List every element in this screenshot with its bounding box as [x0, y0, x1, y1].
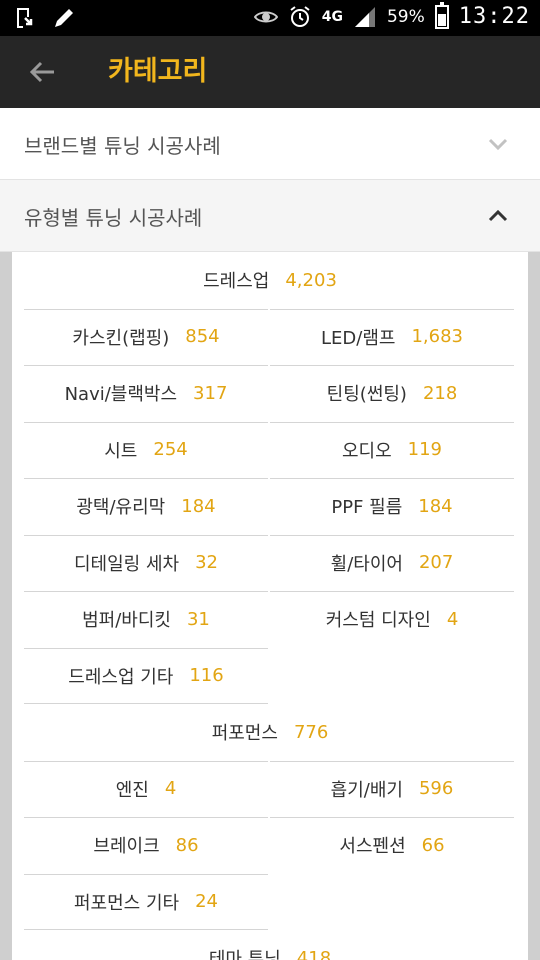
alarm-icon	[290, 5, 310, 27]
category-item[interactable]: 퍼포먼스 기타 24	[24, 874, 268, 930]
category-name: 테마 튜닝	[208, 949, 281, 960]
category-count: 31	[186, 608, 210, 630]
app-bar: 카테고리	[0, 36, 540, 108]
category-count: 776	[293, 721, 329, 743]
group-header[interactable]: 드레스업 4,203	[12, 252, 528, 308]
status-bar: 4G 59% 13:22	[0, 0, 540, 36]
category-count: 254	[153, 439, 188, 460]
category-item[interactable]: Navi/블랙박스 317	[24, 365, 268, 421]
category-count: 184	[418, 495, 453, 517]
arrow-left-icon[interactable]	[24, 54, 60, 90]
group-header[interactable]: 퍼포먼스 776	[12, 704, 528, 760]
category-count: 4	[164, 778, 177, 799]
category-item[interactable]: 서스펜션 66	[270, 817, 514, 873]
category-count: 596	[418, 778, 454, 799]
category-name: 퍼포먼스 기타	[74, 892, 180, 914]
category-count: 218	[422, 382, 458, 404]
category-item[interactable]: 엔진 4	[24, 761, 268, 817]
category-count: 32	[195, 552, 218, 573]
category-panel: 드레스업 4,203 카스킨(랩핑) 854 LED/램프 1,683 Navi/블랙박스 3…	[12, 252, 528, 960]
category-count: 4	[446, 608, 459, 630]
category-name: 카스킨(랩핑)	[72, 327, 170, 349]
category-item[interactable]: 오디오 119	[270, 422, 514, 478]
category-count: 317	[193, 382, 228, 404]
category-name: 커스텀 디자인	[325, 610, 431, 631]
category-item[interactable]: 광택/유리막 184	[24, 478, 268, 534]
page-title: 카테고리	[108, 56, 208, 87]
category-item[interactable]: 휠/타이어 207	[270, 535, 514, 591]
category-name: LED/램프	[321, 327, 396, 349]
category-name: 틴팅(썬팅)	[326, 384, 407, 405]
category-count: 4,203	[285, 269, 337, 291]
battery-percent: 59%	[386, 6, 425, 27]
category-count: 184	[181, 495, 216, 517]
category-name: 디테일링 세차	[74, 553, 180, 575]
category-count: 207	[418, 552, 454, 573]
category-name: 브레이크	[93, 836, 160, 857]
category-count: 24	[195, 891, 218, 912]
category-item[interactable]: 틴팅(썬팅) 218	[270, 365, 514, 421]
category-count: 86	[175, 834, 199, 856]
category-name: 흡기/배기	[330, 779, 403, 801]
accordion-brand-label: 브랜드별 튜닝 시공사례	[24, 134, 221, 158]
battery-icon	[434, 1, 449, 29]
category-item[interactable]: 브레이크 86	[24, 817, 268, 873]
chevron-down-icon[interactable]	[486, 132, 510, 156]
category-item[interactable]: PPF 필름 184	[270, 478, 514, 534]
category-item[interactable]: 디테일링 세차 32	[24, 535, 268, 591]
category-name: 범퍼/바디킷	[82, 610, 171, 631]
category-item[interactable]: 시트 254	[24, 422, 268, 478]
category-name: 오디오	[341, 440, 392, 462]
category-name: 서스펜션	[339, 836, 406, 857]
category-name: 휠/타이어	[330, 553, 403, 575]
accordion-brand[interactable]: 브랜드별 튜닝 시공사례	[0, 108, 540, 180]
category-item[interactable]: LED/램프 1,683	[270, 309, 514, 365]
accordion-type[interactable]: 유형별 튜닝 시공사례	[0, 180, 540, 252]
category-count: 418	[296, 947, 332, 960]
category-name: 광택/유리막	[76, 497, 166, 518]
category-name: Navi/블랙박스	[64, 384, 178, 405]
chevron-up-icon[interactable]	[486, 204, 510, 228]
eye-icon	[253, 11, 278, 22]
category-name: 퍼포먼스	[211, 723, 278, 744]
category-item[interactable]: 카스킨(랩핑) 854	[24, 309, 268, 365]
signal-icon	[354, 6, 375, 27]
network-type: 4G	[321, 8, 343, 25]
category-name: 드레스업 기타	[68, 666, 174, 688]
category-count: 1,683	[411, 326, 463, 347]
category-count: 116	[189, 665, 224, 686]
category-name: 시트	[104, 440, 138, 462]
category-item[interactable]: 드레스업 기타 116	[24, 648, 268, 704]
category-name: 드레스업	[203, 271, 270, 292]
download-icon	[17, 8, 33, 28]
edit-icon	[55, 9, 73, 27]
category-count: 66	[421, 834, 445, 856]
category-item[interactable]: 범퍼/바디킷 31	[24, 591, 268, 647]
group-header[interactable]: 테마 튜닝 418	[12, 930, 528, 960]
category-count: 854	[185, 326, 220, 347]
accordion-type-label: 유형별 튜닝 시공사례	[24, 206, 203, 230]
clock: 13:22	[458, 4, 530, 29]
category-name: PPF 필름	[331, 497, 403, 518]
category-item[interactable]: 커스텀 디자인 4	[270, 591, 514, 647]
category-item[interactable]: 흡기/배기 596	[270, 761, 514, 817]
category-count: 119	[407, 439, 443, 460]
category-name: 엔진	[115, 779, 149, 801]
